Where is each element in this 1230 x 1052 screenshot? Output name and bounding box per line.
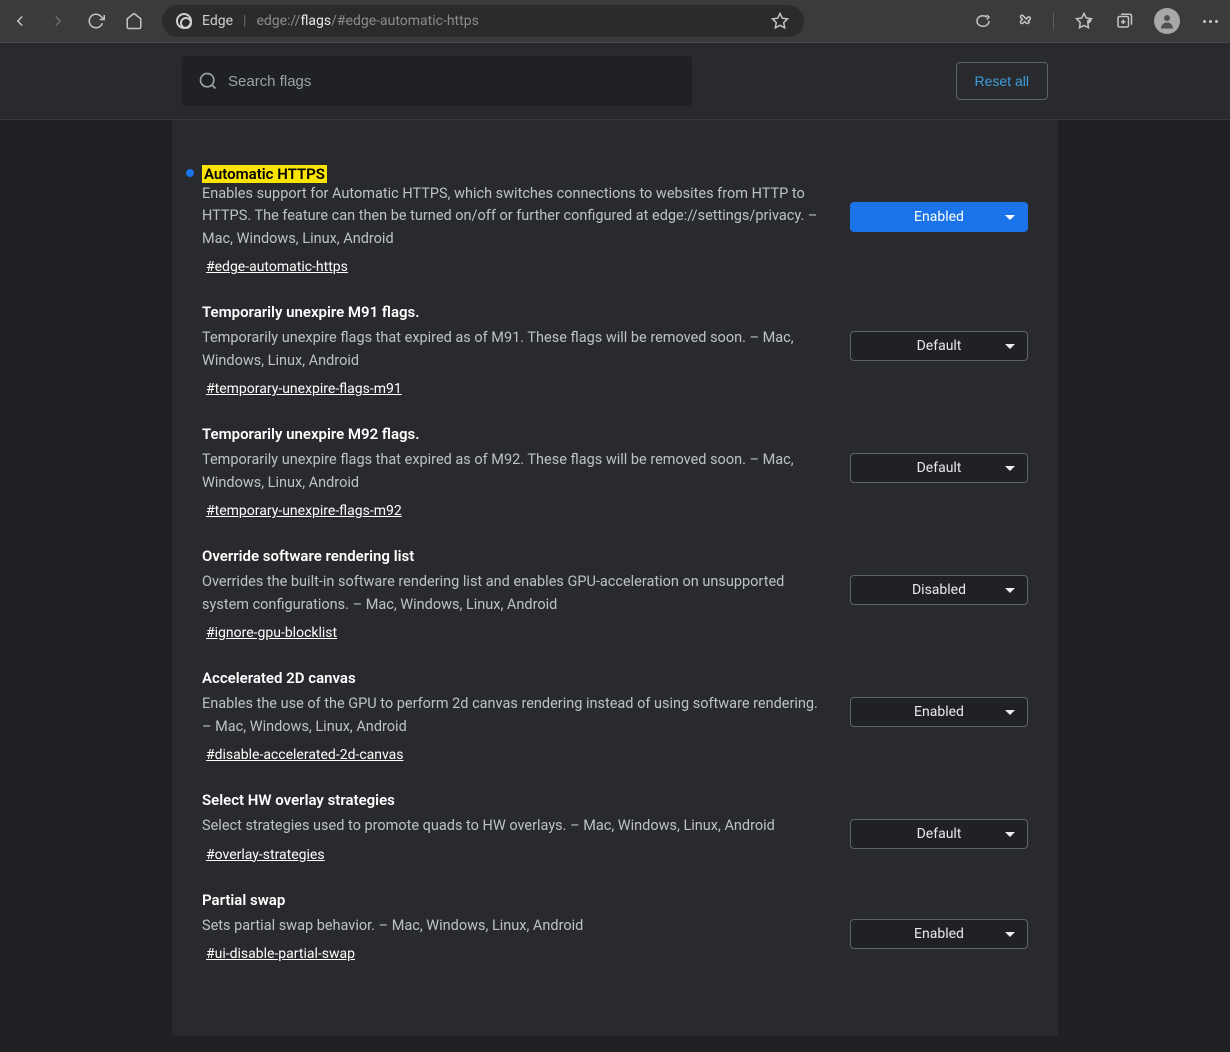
collections-icon[interactable]: [1114, 11, 1134, 31]
flag-description: Temporarily unexpire flags that expired …: [202, 327, 830, 372]
flag-title-highlight: Automatic HTTPS: [202, 165, 327, 183]
flag-hash-link[interactable]: #edge-automatic-https: [206, 259, 348, 275]
search-input[interactable]: [228, 73, 676, 90]
addr-brand: Edge: [202, 13, 233, 29]
addr-url: edge://flags/#edge-automatic-https: [256, 13, 478, 29]
flag-hash-link[interactable]: #disable-accelerated-2d-canvas: [206, 747, 404, 763]
flag-value-select[interactable]: Default: [850, 453, 1028, 483]
addr-url-host: flags: [300, 13, 331, 29]
flag-title: Temporarily unexpire M92 flags.: [202, 425, 830, 443]
flag-row: Automatic HTTPSEnables support for Autom…: [202, 150, 1028, 289]
extensions-icon[interactable]: [1013, 11, 1033, 31]
flag-description: Select strategies used to promote quads …: [202, 815, 830, 837]
flag-title: Accelerated 2D canvas: [202, 669, 830, 687]
flag-row: Select HW overlay strategies Select strat…: [202, 777, 1028, 876]
flag-title: Select HW overlay strategies: [202, 791, 830, 809]
flag-hash-link[interactable]: #temporary-unexpire-flags-m91: [206, 381, 402, 397]
toolbar-separator: [1053, 12, 1054, 30]
reload-icon[interactable]: [86, 11, 106, 31]
content: Automatic HTTPSEnables support for Autom…: [0, 120, 1230, 1036]
flag-text: Automatic HTTPSEnables support for Autom…: [202, 164, 830, 275]
flag-value-select[interactable]: Enabled: [850, 697, 1028, 727]
flag-hash-link[interactable]: #ui-disable-partial-swap: [206, 946, 355, 962]
flag-description: Temporarily unexpire flags that expired …: [202, 449, 830, 494]
flag-title: Override software rendering list: [202, 547, 830, 565]
flag-text: Partial swap Sets partial swap behavior. …: [202, 891, 830, 962]
flag-description: Sets partial swap behavior. – Mac, Windo…: [202, 915, 830, 937]
address-bar[interactable]: Edge | edge://flags/#edge-automatic-http…: [162, 5, 804, 37]
flag-row: Temporarily unexpire M92 flags. Temporari…: [202, 411, 1028, 533]
back-icon[interactable]: [10, 11, 30, 31]
more-menu-icon[interactable]: [1200, 11, 1220, 31]
home-icon[interactable]: [124, 11, 144, 31]
addr-separator: |: [243, 13, 246, 29]
flag-title: Temporarily unexpire M91 flags.: [202, 303, 830, 321]
flag-value-select[interactable]: Default: [850, 819, 1028, 849]
flag-text: Temporarily unexpire M91 flags. Temporari…: [202, 303, 830, 397]
addr-url-path: /#edge-automatic-https: [331, 13, 479, 29]
flag-description: Enables the use of the GPU to perform 2d…: [202, 693, 830, 738]
flag-text: Temporarily unexpire M92 flags. Temporari…: [202, 425, 830, 519]
flag-row: Partial swap Sets partial swap behavior. …: [202, 877, 1028, 976]
flag-description: Overrides the built-in software renderin…: [202, 571, 830, 616]
flag-value-select[interactable]: Default: [850, 331, 1028, 361]
flag-text: Accelerated 2D canvas Enables the use of …: [202, 669, 830, 763]
favorites-icon[interactable]: [1074, 11, 1094, 31]
flag-value-select[interactable]: Enabled: [850, 919, 1028, 949]
modified-dot-icon: [186, 169, 194, 177]
addr-url-protocol: edge://: [256, 13, 300, 29]
flag-row: Temporarily unexpire M91 flags. Temporari…: [202, 289, 1028, 411]
flag-hash-link[interactable]: #ignore-gpu-blocklist: [206, 625, 337, 641]
search-flags-box[interactable]: [182, 56, 692, 106]
reset-all-button[interactable]: Reset all: [956, 62, 1048, 100]
flag-description: Enables support for Automatic HTTPS, whi…: [202, 183, 830, 250]
flag-row: Accelerated 2D canvas Enables the use of …: [202, 655, 1028, 777]
flag-text: Override software rendering list Override…: [202, 547, 830, 641]
favorite-star-icon[interactable]: [770, 11, 790, 31]
flag-text: Select HW overlay strategies Select strat…: [202, 791, 830, 862]
edge-logo-icon: [176, 13, 192, 29]
flag-title: Automatic HTTPS: [202, 164, 830, 183]
forward-icon[interactable]: [48, 11, 68, 31]
browser-toolbar: Edge | edge://flags/#edge-automatic-http…: [0, 0, 1230, 43]
flag-row: Override software rendering list Override…: [202, 533, 1028, 655]
flag-title: Partial swap: [202, 891, 830, 909]
page-header: Reset all: [0, 43, 1230, 120]
toolbar-right: [973, 8, 1220, 34]
flags-list: Automatic HTTPSEnables support for Autom…: [172, 120, 1058, 1036]
flag-value-select[interactable]: Disabled: [850, 575, 1028, 605]
profile-avatar[interactable]: [1154, 8, 1180, 34]
search-icon: [198, 71, 218, 91]
flag-hash-link[interactable]: #overlay-strategies: [206, 847, 325, 863]
flag-hash-link[interactable]: #temporary-unexpire-flags-m92: [206, 503, 402, 519]
flag-value-select[interactable]: Enabled: [850, 202, 1028, 232]
shopping-icon[interactable]: [973, 11, 993, 31]
